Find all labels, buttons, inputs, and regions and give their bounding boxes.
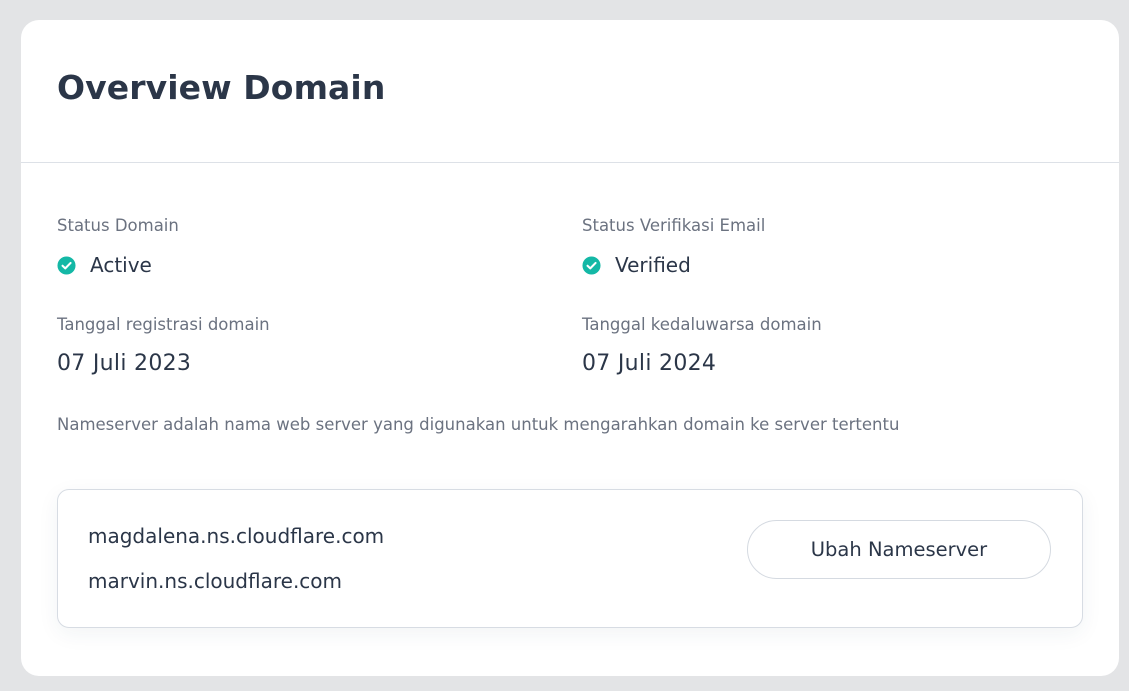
- status-email-label: Status Verifikasi Email: [582, 216, 766, 235]
- expiration-date-value: 07 Juli 2024: [582, 351, 717, 376]
- status-email-text: Verified: [615, 253, 691, 277]
- domain-overview-card: Overview Domain Status Domain Active Sta…: [21, 20, 1119, 676]
- nameserver-item: marvin.ns.cloudflare.com: [88, 569, 343, 593]
- status-email-value: Verified: [582, 253, 765, 277]
- expiration-date-field: Tanggal kedaluwarsa domain 07 Juli 2024: [582, 315, 822, 376]
- status-domain-value: Active: [57, 253, 179, 277]
- status-domain-text: Active: [90, 253, 152, 277]
- nameserver-panel: magdalena.ns.cloudflare.com marvin.ns.cl…: [57, 489, 1083, 628]
- status-email-field: Status Verifikasi Email Verified: [582, 216, 765, 277]
- card-header: Overview Domain: [21, 20, 1119, 163]
- registration-date-label: Tanggal registrasi domain: [57, 315, 270, 334]
- registration-date-value: 07 Juli 2023: [57, 351, 192, 376]
- nameserver-item: magdalena.ns.cloudflare.com: [88, 524, 385, 548]
- expiration-date-label: Tanggal kedaluwarsa domain: [582, 315, 822, 334]
- status-domain-label: Status Domain: [57, 216, 179, 235]
- page-title: Overview Domain: [57, 68, 386, 107]
- check-circle-icon: [582, 255, 601, 275]
- nameserver-description: Nameserver adalah nama web server yang d…: [57, 415, 900, 434]
- check-circle-icon: [57, 255, 76, 275]
- change-nameserver-button[interactable]: Ubah Nameserver: [747, 520, 1051, 579]
- registration-date-field: Tanggal registrasi domain 07 Juli 2023: [57, 315, 270, 376]
- status-domain-field: Status Domain Active: [57, 216, 179, 277]
